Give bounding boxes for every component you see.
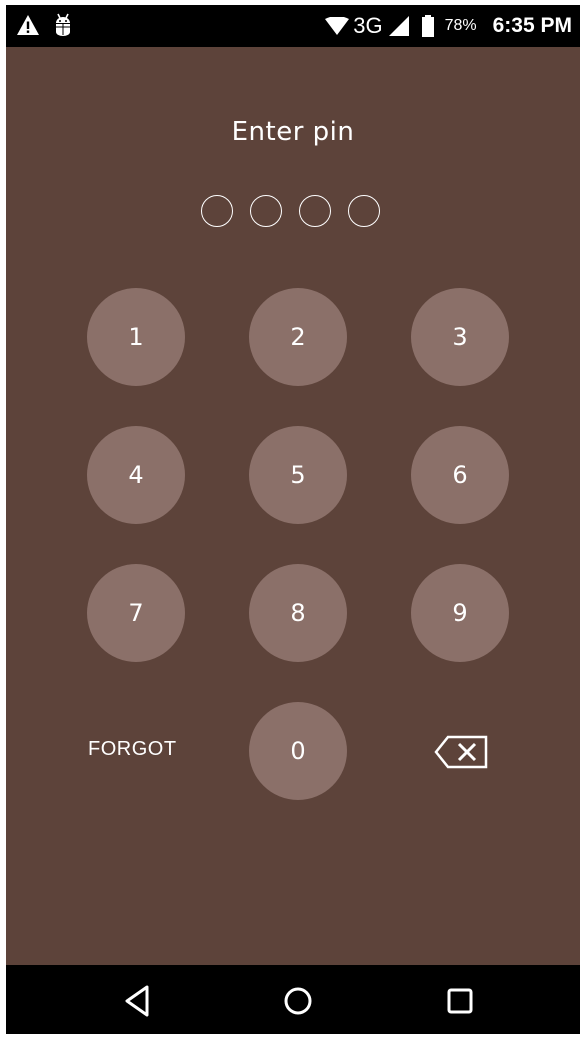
status-bar: 3G 78% 6:35 PM xyxy=(6,5,580,47)
key-9[interactable]: 9 xyxy=(411,564,509,662)
pin-dot xyxy=(201,195,233,227)
status-right: 3G 78% 6:35 PM xyxy=(325,5,572,47)
backspace-icon[interactable] xyxy=(434,734,490,770)
lock-screen: 3G 78% 6:35 PM Enter pin 1 2 3 4 5 6 7 8… xyxy=(6,5,580,1034)
warning-icon xyxy=(17,15,39,35)
clock: 6:35 PM xyxy=(492,14,572,37)
key-5[interactable]: 5 xyxy=(249,426,347,524)
signal-icon xyxy=(388,16,409,36)
pin-dot xyxy=(250,195,282,227)
network-type: 3G xyxy=(353,13,383,38)
navigation-bar xyxy=(6,965,580,1034)
key-7[interactable]: 7 xyxy=(87,564,185,662)
battery-icon xyxy=(421,15,434,37)
battery-percent: 78% xyxy=(444,17,477,34)
back-icon[interactable] xyxy=(119,983,155,1019)
key-3[interactable]: 3 xyxy=(411,288,509,386)
wifi-icon xyxy=(325,17,350,35)
pin-indicators xyxy=(201,195,380,227)
status-left-icons xyxy=(16,13,72,37)
recents-icon[interactable] xyxy=(442,983,478,1019)
key-4[interactable]: 4 xyxy=(87,426,185,524)
pin-dot xyxy=(348,195,380,227)
key-0[interactable]: 0 xyxy=(249,702,347,800)
page-title: Enter pin xyxy=(231,117,355,147)
home-icon[interactable] xyxy=(280,983,316,1019)
key-2[interactable]: 2 xyxy=(249,288,347,386)
forgot-button[interactable]: FORGOT xyxy=(88,738,188,761)
key-6[interactable]: 6 xyxy=(411,426,509,524)
key-8[interactable]: 8 xyxy=(249,564,347,662)
android-debug-icon xyxy=(56,13,70,36)
pin-dot xyxy=(299,195,331,227)
key-1[interactable]: 1 xyxy=(87,288,185,386)
